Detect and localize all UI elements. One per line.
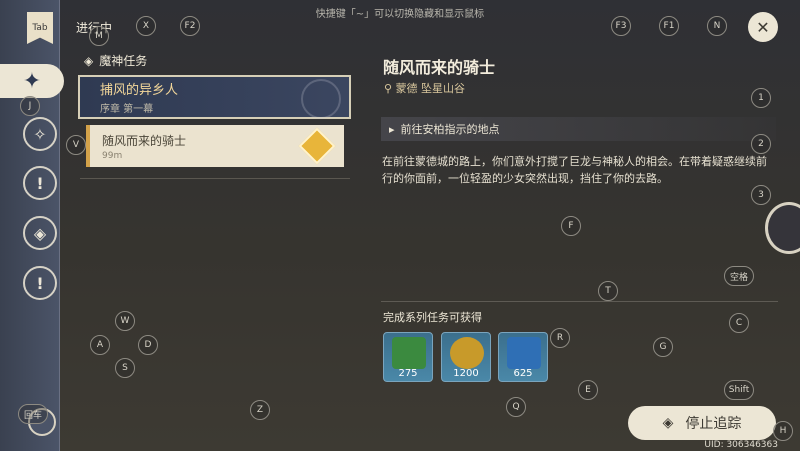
tab-key-hint[interactable]: Tab bbox=[27, 12, 53, 44]
key-hint-g: G bbox=[653, 337, 673, 357]
commission-icon[interactable]: ! bbox=[23, 266, 57, 300]
key-hint-h: H bbox=[773, 421, 793, 441]
gadget-wheel-icon[interactable] bbox=[765, 202, 800, 254]
reward-divider bbox=[381, 301, 778, 302]
archon-diamond-icon: ◈ bbox=[84, 53, 94, 68]
objective-row: ▸ 前往安柏指示的地点 bbox=[381, 117, 776, 141]
key-hint-w: W bbox=[115, 311, 135, 331]
story-quest-icon[interactable]: ! bbox=[23, 166, 57, 200]
quest-emblem-icon bbox=[301, 79, 341, 119]
rewards-label: 完成系列任务可获得 bbox=[383, 311, 482, 324]
key-hint-s: S bbox=[115, 358, 135, 378]
compass-icon[interactable]: ✦ bbox=[0, 64, 64, 98]
subquest-card[interactable]: 随风而来的骑士 99m bbox=[86, 125, 344, 167]
reward-count: 275 bbox=[398, 368, 418, 379]
detail-title: 随风而来的骑士 bbox=[383, 58, 496, 77]
key-hint-f1: F1 bbox=[659, 16, 679, 36]
key-hint-c: C bbox=[729, 313, 749, 333]
objective-text: 前往安柏指示的地点 bbox=[400, 123, 500, 136]
key-hint-space: 空格 bbox=[724, 266, 754, 286]
close-icon[interactable]: ✕ bbox=[748, 12, 778, 42]
adventure-exp-icon bbox=[392, 337, 426, 369]
shortcut-hint: 快捷键「~」可以切换隐藏和显示鼠标 bbox=[315, 9, 485, 20]
reward-count: 1200 bbox=[453, 368, 479, 379]
stop-tracking-button[interactable]: ◈ 停止追踪 bbox=[628, 406, 776, 440]
play-arrow-icon: ▸ bbox=[389, 122, 395, 136]
detail-location: ⚲ 蒙德 坠星山谷 bbox=[384, 80, 465, 96]
sidebar: Tab ✦ ✧ ! ◈ ! bbox=[0, 0, 64, 451]
reward-mora[interactable]: 1200 bbox=[441, 332, 491, 382]
reward-character-exp[interactable]: 625 bbox=[498, 332, 548, 382]
key-hint-f3: F3 bbox=[611, 16, 631, 36]
key-hint-r: R bbox=[550, 328, 570, 348]
key-hint-f: F bbox=[561, 216, 581, 236]
key-hint-e: E bbox=[578, 380, 598, 400]
category-title: ◈ 魔神任务 bbox=[84, 52, 147, 69]
world-quest-icon[interactable]: ◈ bbox=[23, 216, 57, 250]
key-hint-2: 2 bbox=[751, 134, 771, 154]
key-hint-x: X bbox=[136, 16, 156, 36]
location-pin-icon: ⚲ bbox=[384, 82, 396, 95]
key-hint-3: 3 bbox=[751, 185, 771, 205]
reward-adventure-exp[interactable]: 275 bbox=[383, 332, 433, 382]
uid-label: UID: 306346363 bbox=[704, 440, 778, 450]
mora-icon bbox=[450, 337, 484, 369]
key-hint-j: J bbox=[20, 96, 40, 116]
quest-card[interactable]: 捕风的异乡人 序章 第一幕 bbox=[78, 75, 351, 119]
archon-quest-icon[interactable]: ✧ bbox=[23, 117, 57, 151]
key-hint-enter: 回车 bbox=[18, 404, 48, 424]
quest-description: 在前往蒙德城的路上，你们意外打搅了巨龙与神秘人的相会。在带着疑惑继续前行的你面前… bbox=[382, 155, 767, 185]
location-text: 蒙德 坠星山谷 bbox=[395, 82, 466, 95]
key-hint-z: Z bbox=[250, 400, 270, 420]
key-hint-shift: Shift bbox=[724, 380, 754, 400]
key-hint-v: V bbox=[66, 135, 86, 155]
key-hint-a: A bbox=[90, 335, 110, 355]
key-hint-m: M bbox=[89, 26, 109, 46]
key-hint-1: 1 bbox=[751, 88, 771, 108]
category-label: 魔神任务 bbox=[99, 54, 148, 68]
track-diamond-icon: ◈ bbox=[662, 415, 674, 431]
key-hint-q: Q bbox=[506, 397, 526, 417]
divider bbox=[80, 178, 350, 179]
key-hint-f2: F2 bbox=[180, 16, 200, 36]
stop-tracking-label: 停止追踪 bbox=[685, 416, 742, 432]
key-hint-n: N bbox=[707, 16, 727, 36]
reward-count: 625 bbox=[513, 368, 533, 379]
character-exp-icon bbox=[507, 337, 541, 369]
key-hint-d: D bbox=[138, 335, 158, 355]
key-hint-t: T bbox=[598, 281, 618, 301]
